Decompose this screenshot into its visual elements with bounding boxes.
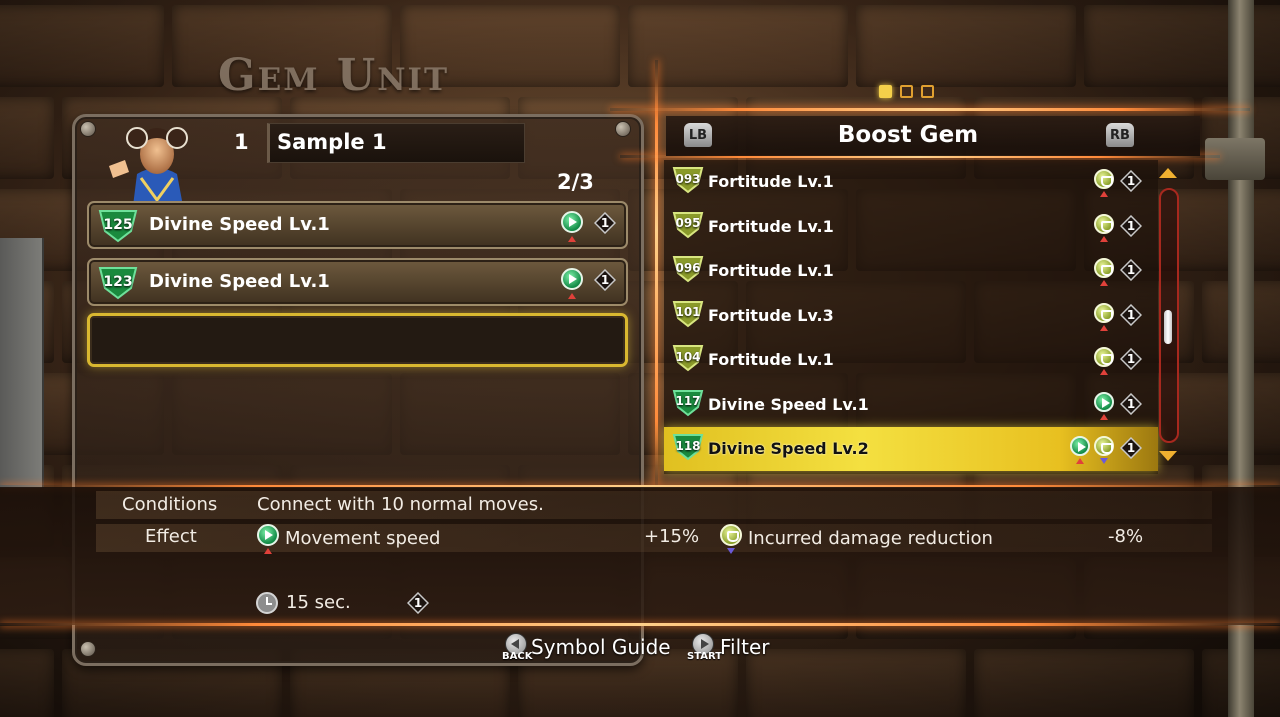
- gem-list-item[interactable]: 095 Fortitude Lv.1 1: [664, 205, 1158, 249]
- gem-list-item[interactable]: 093 Fortitude Lv.1 1: [664, 160, 1158, 204]
- page-dot-active[interactable]: [879, 85, 892, 98]
- decrease-indicator-icon: [727, 548, 735, 554]
- increase-indicator-icon: [1100, 369, 1108, 375]
- metal-plate: [0, 238, 44, 488]
- gem-cost-badge: 1: [1120, 259, 1142, 281]
- conditions-label: Conditions: [122, 494, 218, 515]
- divider-glow: [0, 623, 1280, 626]
- equipped-gem-name: Divine Speed Lv.1: [149, 271, 330, 292]
- gem-list-item-name: Fortitude Lv.3: [708, 305, 834, 325]
- increase-indicator-icon: [1100, 191, 1108, 197]
- increase-indicator-icon: [568, 236, 576, 242]
- increase-indicator-icon: [1100, 235, 1108, 242]
- gem-list-item[interactable]: 096 Fortitude Lv.1 1: [664, 249, 1158, 293]
- defense-icon: [1094, 258, 1114, 278]
- duration: 15 sec.: [286, 592, 351, 613]
- gem-number-badge: 096: [672, 255, 704, 283]
- increase-indicator-icon: [1076, 458, 1084, 464]
- defense-icon: [1094, 347, 1114, 367]
- slot-count: 2/3: [557, 170, 594, 194]
- defense-icon: [1094, 302, 1114, 323]
- gem-list-item[interactable]: 117 Divine Speed Lv.1 1: [664, 383, 1158, 427]
- rb-button[interactable]: RB: [1106, 123, 1134, 147]
- effect-2-name: Incurred damage reduction: [748, 528, 993, 549]
- conditions-value: Connect with 10 normal moves.: [257, 494, 544, 515]
- defense-icon: [1094, 169, 1114, 189]
- effect-2-value: -8%: [1108, 526, 1144, 547]
- gem-cost-badge: 1: [1120, 214, 1142, 237]
- gem-list-item-selected[interactable]: 118 Divine Speed Lv.2 1: [664, 427, 1158, 471]
- speed-icon: [1094, 391, 1114, 412]
- gem-list-item-name: Fortitude Lv.1: [708, 261, 834, 280]
- equipped-gem-slot-1[interactable]: 125 Divine Speed Lv.1 1: [87, 201, 628, 249]
- gem-number-badge: 093: [672, 166, 704, 194]
- increase-indicator-icon: [1100, 413, 1108, 420]
- gem-number-badge: 117: [672, 389, 704, 417]
- gem-number-badge: 095: [672, 211, 704, 239]
- page-dot[interactable]: [900, 85, 913, 98]
- clock-icon: [256, 592, 278, 614]
- speed-icon: [1070, 436, 1090, 456]
- list-title: Boost Gem: [837, 122, 979, 148]
- filter-button[interactable]: Filter: [720, 635, 770, 659]
- gem-cost-badge: 1: [1120, 170, 1142, 192]
- effect-label: Effect: [145, 526, 197, 547]
- page-dot[interactable]: [921, 85, 934, 98]
- gem-cost-badge: 1: [1120, 348, 1142, 370]
- pipe-bracket: [1205, 138, 1265, 180]
- defense-icon: [1094, 213, 1114, 234]
- increase-indicator-icon: [264, 548, 272, 554]
- decrease-indicator-icon: [1100, 458, 1108, 464]
- start-caption: START: [687, 651, 723, 662]
- scrollbar-thumb[interactable]: [1164, 310, 1172, 344]
- gem-number-badge: 123: [97, 266, 139, 300]
- bolt-icon: [80, 121, 96, 137]
- unit-number: 1: [234, 130, 249, 154]
- increase-indicator-icon: [1100, 280, 1108, 286]
- bolt-icon: [615, 121, 631, 137]
- gem-number-badge: 125: [97, 209, 139, 243]
- effect-1-name: Movement speed: [285, 528, 441, 549]
- increase-indicator-icon: [568, 293, 576, 299]
- character-portrait: [103, 114, 211, 206]
- increase-indicator-icon: [1100, 324, 1108, 331]
- divider-glow: [610, 108, 1250, 111]
- gem-list-item-name: Fortitude Lv.1: [708, 350, 834, 369]
- gem-list-item-name: Divine Speed Lv.1: [708, 394, 869, 414]
- gem-cost-badge: 1: [594, 212, 616, 234]
- gem-cost-badge: 1: [1120, 303, 1142, 326]
- lb-button[interactable]: LB: [684, 123, 712, 147]
- gem-list-item-name: Divine Speed Lv.2: [708, 439, 869, 458]
- gem-cost-badge: 1: [407, 592, 429, 614]
- speed-icon: [561, 268, 583, 290]
- gem-cost-badge: 1: [1120, 392, 1142, 415]
- scroll-up-icon[interactable]: [1159, 168, 1177, 178]
- equipped-gem-name: Divine Speed Lv.1: [149, 214, 330, 235]
- defense-icon: [1094, 436, 1114, 456]
- gem-number-badge: 118: [672, 433, 704, 461]
- scroll-down-icon[interactable]: [1159, 451, 1177, 461]
- gem-number-badge: 104: [672, 344, 704, 372]
- gem-list-item-name: Fortitude Lv.1: [708, 216, 834, 236]
- gem-list-item[interactable]: 104 Fortitude Lv.1 1: [664, 338, 1158, 382]
- speed-icon: [561, 211, 583, 233]
- divider-glow: [655, 60, 658, 485]
- symbol-guide-button[interactable]: Symbol Guide: [531, 635, 671, 659]
- screen-title: Gem Unit: [218, 50, 450, 101]
- equipped-gem-slot-2[interactable]: 123 Divine Speed Lv.1 1: [87, 258, 628, 306]
- bolt-icon: [80, 641, 96, 657]
- back-caption: BACK: [502, 651, 533, 662]
- gem-list-item[interactable]: 101 Fortitude Lv.3 1: [664, 294, 1158, 338]
- gem-cost-badge: 1: [1120, 437, 1142, 459]
- unit-name: Sample 1: [277, 130, 387, 154]
- empty-gem-slot[interactable]: [87, 313, 628, 367]
- gem-list-item-name: Fortitude Lv.1: [708, 172, 834, 191]
- gem-cost-badge: 1: [594, 269, 616, 291]
- page-indicator: [879, 85, 934, 98]
- gem-number-badge: 101: [672, 300, 704, 328]
- effect-1-value: +15%: [644, 526, 700, 547]
- speed-icon: [257, 524, 279, 546]
- defense-icon: [720, 524, 742, 546]
